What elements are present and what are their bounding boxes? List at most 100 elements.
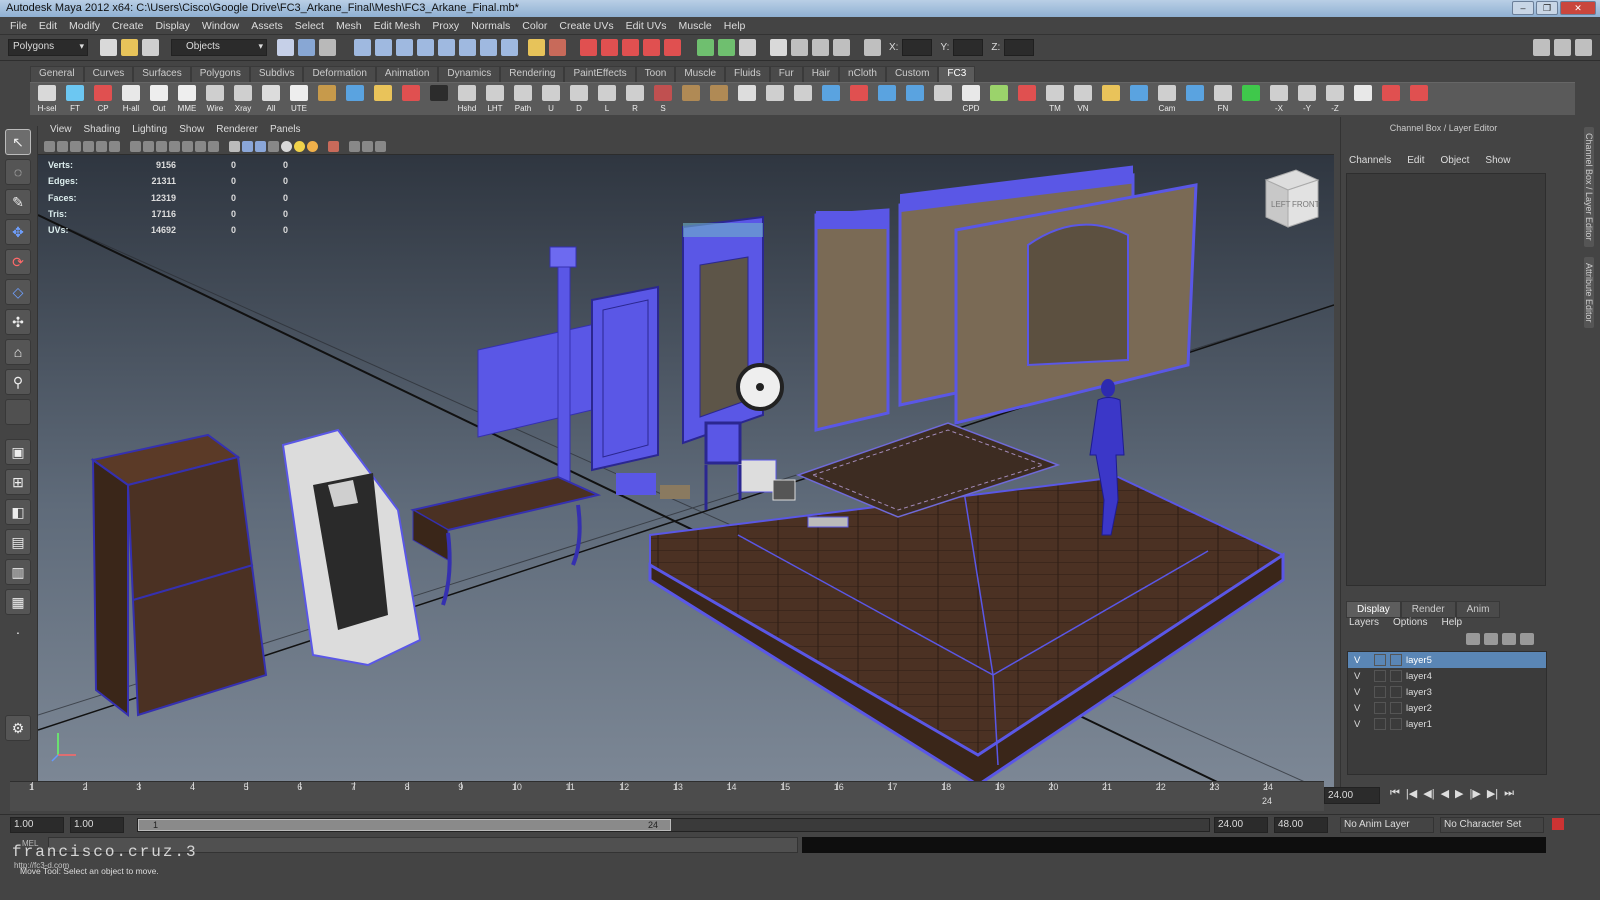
menu-help[interactable]: Help: [718, 20, 752, 32]
shelf-tab-curves[interactable]: Curves: [83, 66, 134, 82]
layer-tab-render[interactable]: Render: [1400, 601, 1456, 618]
range-slider[interactable]: 1 24: [137, 818, 1210, 832]
selection-mode-dropdown[interactable]: Objects: [171, 39, 267, 56]
shelf-button[interactable]: Xray: [230, 83, 256, 114]
layer-row[interactable]: Vlayer2: [1348, 700, 1546, 716]
select-surfaces-icon[interactable]: [417, 39, 434, 56]
shelf-button[interactable]: [734, 83, 760, 114]
persp-graph-layout-icon[interactable]: ▤: [5, 529, 31, 555]
z-input[interactable]: [1004, 39, 1035, 56]
render-current-icon[interactable]: [791, 39, 808, 56]
shelf-button[interactable]: [818, 83, 844, 114]
menu-mesh[interactable]: Mesh: [330, 20, 368, 32]
menu-create[interactable]: Create: [106, 20, 150, 32]
layer-row[interactable]: Vlayer5: [1348, 652, 1546, 668]
grid-icon[interactable]: [130, 140, 141, 152]
shelf-button[interactable]: Cam: [1154, 83, 1180, 114]
wireframe-icon[interactable]: [229, 140, 240, 152]
shelf-tab-deformation[interactable]: Deformation: [303, 66, 376, 82]
menu-modify[interactable]: Modify: [63, 20, 106, 32]
layer-visibility-toggle[interactable]: V: [1354, 687, 1374, 698]
new-layer-icon[interactable]: [1502, 633, 1516, 645]
menu-edit-uvs[interactable]: Edit UVs: [620, 20, 673, 32]
step-back-key-button[interactable]: |◀: [1406, 787, 1417, 800]
isolate-select-icon[interactable]: [328, 140, 339, 152]
new-layer-selected-icon[interactable]: [1520, 633, 1534, 645]
shelf-button[interactable]: [902, 83, 928, 114]
shelf-button[interactable]: [930, 83, 956, 114]
show-tool-settings-icon[interactable]: [1554, 39, 1571, 56]
shelf-button[interactable]: Out: [146, 83, 172, 114]
shelf-button[interactable]: CP: [90, 83, 116, 114]
menu-display[interactable]: Display: [149, 20, 195, 32]
select-misc-icon[interactable]: [501, 39, 518, 56]
select-curves-icon[interactable]: [396, 39, 413, 56]
step-forward-key-button[interactable]: ▶|: [1487, 787, 1498, 800]
go-to-start-button[interactable]: ⏮: [1390, 787, 1400, 800]
gate-mask-icon[interactable]: [169, 140, 180, 152]
show-attribute-editor-icon[interactable]: [1533, 39, 1550, 56]
menu-muscle[interactable]: Muscle: [673, 20, 718, 32]
shelf-button[interactable]: CPD: [958, 83, 984, 114]
panel-menu-lighting[interactable]: Lighting: [126, 124, 173, 138]
layer-row[interactable]: Vlayer1: [1348, 716, 1546, 732]
shelf-button[interactable]: TM: [1042, 83, 1068, 114]
shelf-button[interactable]: FT: [62, 83, 88, 114]
film-gate-icon[interactable]: [143, 140, 154, 152]
animation-end-field[interactable]: 48.00: [1274, 817, 1328, 833]
shelf-button[interactable]: [706, 83, 732, 114]
layer-tab-anim[interactable]: Anim: [1455, 601, 1501, 618]
shelf-button[interactable]: -Y: [1294, 83, 1320, 114]
shelf-button[interactable]: [1098, 83, 1124, 114]
channel-box-menu-object[interactable]: Object: [1441, 155, 1470, 166]
layer-tab-display[interactable]: Display: [1346, 601, 1401, 618]
shelf-button[interactable]: [398, 83, 424, 114]
shelf-button[interactable]: [790, 83, 816, 114]
resolution-gate-icon[interactable]: [156, 140, 167, 152]
menu-assets[interactable]: Assets: [245, 20, 289, 32]
four-view-layout-icon[interactable]: ⊞: [5, 469, 31, 495]
shelf-button[interactable]: [426, 83, 452, 114]
channel-box-area[interactable]: [1346, 173, 1546, 586]
play-backwards-button[interactable]: ◀: [1441, 787, 1449, 800]
show-channel-box-icon[interactable]: [1575, 39, 1592, 56]
snap-curve-icon[interactable]: [601, 39, 618, 56]
input-ops-icon[interactable]: [697, 39, 714, 56]
snap-grid-icon[interactable]: [580, 39, 597, 56]
transform-input-icon[interactable]: [864, 39, 881, 56]
lasso-tool-icon[interactable]: ◌: [5, 159, 31, 185]
shelf-button[interactable]: [314, 83, 340, 114]
rotate-tool-icon[interactable]: ⟳: [5, 249, 31, 275]
shelf-button[interactable]: [874, 83, 900, 114]
menu-color[interactable]: Color: [516, 20, 553, 32]
shelf-button[interactable]: [1014, 83, 1040, 114]
shelf-tab-general[interactable]: General: [30, 66, 84, 82]
select-tool-icon[interactable]: ↖: [5, 129, 31, 155]
layer-type-toggle[interactable]: [1374, 670, 1386, 682]
move-down-icon[interactable]: [1484, 633, 1498, 645]
layer-type-toggle[interactable]: [1374, 686, 1386, 698]
shelf-button[interactable]: VN: [1070, 83, 1096, 114]
xray-icon[interactable]: [349, 140, 360, 152]
new-scene-icon[interactable]: [100, 39, 117, 56]
shelf-button[interactable]: U: [538, 83, 564, 114]
current-time-field[interactable]: 24.00: [1324, 787, 1380, 804]
single-perspective-layout-icon[interactable]: ▣: [5, 439, 31, 465]
layer-menu-options[interactable]: Options: [1393, 617, 1427, 628]
component-mode-icon[interactable]: [319, 39, 336, 56]
shelf-tab-polygons[interactable]: Polygons: [190, 66, 250, 82]
shelf-button[interactable]: Path: [510, 83, 536, 114]
animation-start-field[interactable]: 1.00: [10, 817, 64, 833]
shelf-button[interactable]: R: [622, 83, 648, 114]
shelf-button[interactable]: L: [594, 83, 620, 114]
layer-visibility-toggle[interactable]: V: [1354, 671, 1374, 682]
construction-history-icon[interactable]: [739, 39, 756, 56]
layer-type-toggle[interactable]: [1374, 654, 1386, 666]
shelf-tab-animation[interactable]: Animation: [375, 66, 439, 82]
shelf-tab-toon[interactable]: Toon: [635, 66, 676, 82]
range-slider-handle[interactable]: 1 24: [138, 819, 671, 831]
select-camera-icon[interactable]: [44, 140, 55, 152]
highlight-selection-icon[interactable]: [549, 39, 566, 56]
render-view-icon[interactable]: [770, 39, 787, 56]
persp-hypershade-layout-icon[interactable]: ▥: [5, 559, 31, 585]
